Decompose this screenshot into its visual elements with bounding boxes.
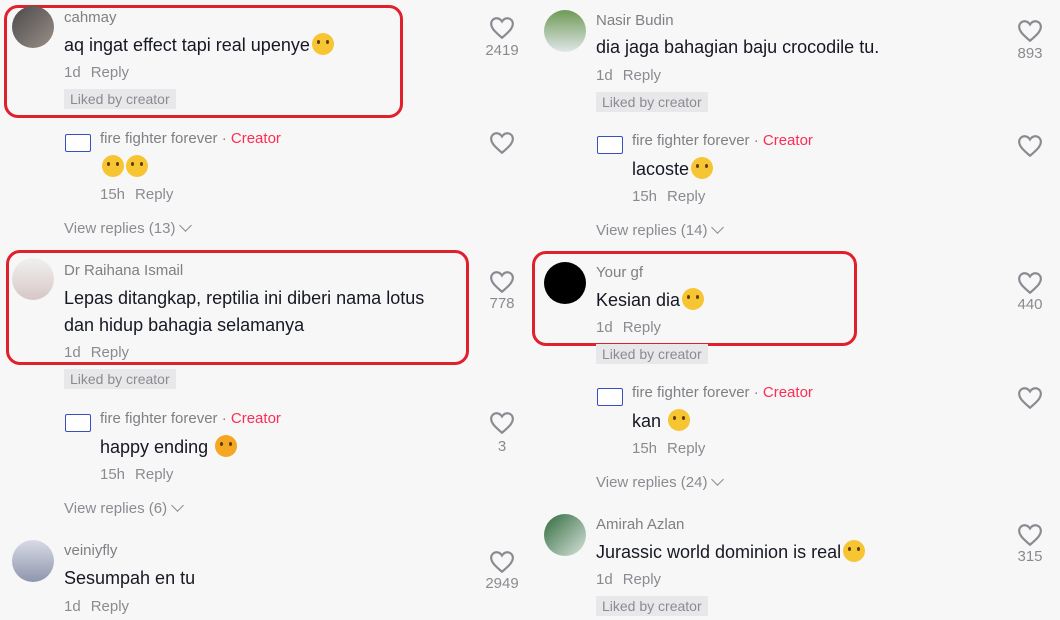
comment-username[interactable]: Your gf	[596, 264, 643, 281]
reply-meta: 15h Reply	[632, 188, 706, 205]
like-count: 2949	[485, 575, 519, 592]
comment-text: dia jaga bahagian baju crocodile tu.	[596, 37, 880, 57]
comment-meta: 1d Reply	[64, 598, 130, 615]
heart-icon[interactable]	[1017, 523, 1043, 547]
comment-meta: 1d Reply	[64, 64, 129, 81]
comment-text: Jurassic world dominion is real	[596, 538, 866, 566]
heart-icon[interactable]	[1017, 134, 1043, 158]
liked-by-creator-badge: Liked by creator	[596, 92, 708, 112]
heart-icon[interactable]	[489, 16, 515, 40]
liked-by-creator-badge: Liked by creator	[64, 89, 176, 109]
reply-button[interactable]: Reply	[623, 67, 661, 84]
reply-button[interactable]: Reply	[667, 188, 705, 205]
comment-time: 1d	[64, 64, 81, 81]
reply-meta: 15h Reply	[632, 440, 706, 457]
like-count: 778	[489, 295, 515, 312]
like-count: 315	[1017, 548, 1043, 565]
grin-emoji-icon	[126, 155, 148, 177]
left-comment-column: cahmay aq ingat effect tapi real upenye …	[0, 0, 530, 620]
avatar[interactable]	[597, 388, 623, 406]
avatar[interactable]	[12, 6, 54, 48]
smiling-hearts-emoji-icon	[215, 435, 238, 457]
right-comment-column: Nasir Budin dia jaga bahagian baju croco…	[530, 0, 1060, 620]
grimace-emoji-icon	[311, 33, 334, 55]
reply-button[interactable]: Reply	[91, 344, 129, 361]
reply-text: lacoste	[632, 155, 714, 183]
heart-icon[interactable]	[1017, 19, 1043, 43]
liked-by-creator-badge: Liked by creator	[596, 344, 708, 364]
reply-username[interactable]: fire fighter forever · Creator	[100, 130, 281, 147]
creator-tag: Creator	[762, 132, 813, 149]
comment-username[interactable]: cahmay	[64, 9, 117, 26]
avatar[interactable]	[597, 136, 623, 154]
heart-icon[interactable]	[489, 270, 515, 294]
comment-text: Lepas ditangkap, reptilia ini diberi nam…	[64, 288, 425, 308]
comment-meta: 1d Reply	[596, 67, 662, 84]
comment-text: Sesumpah en tu	[64, 568, 196, 588]
relieved-emoji-icon	[668, 409, 691, 431]
heart-icon[interactable]	[1017, 386, 1043, 410]
reply-username[interactable]: fire fighter forever · Creator	[632, 132, 813, 149]
comment-meta: 1d Reply	[596, 319, 662, 336]
view-replies-button[interactable]: View replies (24)	[596, 473, 725, 491]
comment-text: Kesian dia	[596, 286, 705, 314]
avatar[interactable]	[65, 414, 91, 432]
reply-text	[100, 153, 148, 181]
pensive-emoji-icon	[682, 288, 705, 310]
avatar[interactable]	[65, 134, 91, 152]
reply-button[interactable]: Reply	[135, 186, 173, 203]
liked-by-creator-badge: Liked by creator	[64, 369, 176, 389]
reply-meta: 15h Reply	[100, 466, 174, 483]
reply-button[interactable]: Reply	[135, 466, 173, 483]
heart-icon[interactable]	[489, 550, 515, 574]
creator-tag: Creator	[762, 384, 813, 401]
reply-meta: 15h Reply	[100, 186, 174, 203]
like-count: 440	[1017, 296, 1043, 313]
chevron-down-icon	[171, 499, 184, 512]
avatar[interactable]	[12, 540, 54, 582]
view-replies-button[interactable]: View replies (14)	[596, 221, 725, 239]
pleading-emoji-icon	[843, 540, 866, 562]
reply-text: kan	[632, 407, 691, 435]
comment-text-line-2: dan hidup bahagia selamanya	[64, 315, 305, 335]
comment-username[interactable]: Amirah Azlan	[596, 516, 684, 533]
comment-username[interactable]: veiniyfly	[64, 542, 117, 559]
comment-username[interactable]: Nasir Budin	[596, 12, 674, 29]
creator-tag: Creator	[230, 130, 281, 147]
reply-button[interactable]: Reply	[623, 319, 661, 336]
avatar[interactable]	[12, 258, 54, 300]
heart-icon[interactable]	[489, 131, 515, 155]
chevron-down-icon	[711, 473, 725, 486]
grin-emoji-icon	[691, 157, 714, 179]
heart-icon[interactable]	[489, 411, 515, 435]
like-count: 893	[1017, 45, 1043, 62]
chevron-down-icon	[711, 221, 725, 234]
like-count: 2419	[485, 42, 519, 59]
reply-button[interactable]: Reply	[91, 598, 129, 615]
view-replies-button[interactable]: View replies (6)	[64, 499, 184, 517]
comment-username[interactable]: Dr Raihana Ismail	[64, 262, 183, 279]
grin-emoji-icon	[102, 155, 124, 177]
avatar[interactable]	[544, 262, 586, 304]
reply-button[interactable]: Reply	[91, 64, 129, 81]
avatar[interactable]	[544, 10, 586, 52]
heart-icon[interactable]	[1017, 271, 1043, 295]
reply-username[interactable]: fire fighter forever · Creator	[100, 410, 281, 427]
view-replies-button[interactable]: View replies (13)	[64, 219, 193, 237]
reply-text: happy ending	[100, 433, 238, 461]
liked-by-creator-badge: Liked by creator	[596, 596, 708, 616]
reply-button[interactable]: Reply	[667, 440, 705, 457]
chevron-down-icon	[179, 219, 193, 232]
comment-text: aq ingat effect tapi real upenye	[64, 31, 334, 59]
avatar[interactable]	[544, 514, 586, 556]
reply-username[interactable]: fire fighter forever · Creator	[632, 384, 813, 401]
comment-meta: 1d Reply	[596, 571, 662, 588]
like-count: 3	[497, 438, 507, 455]
creator-tag: Creator	[230, 410, 281, 427]
reply-button[interactable]: Reply	[623, 571, 661, 588]
comment-meta: 1d Reply	[64, 344, 130, 361]
